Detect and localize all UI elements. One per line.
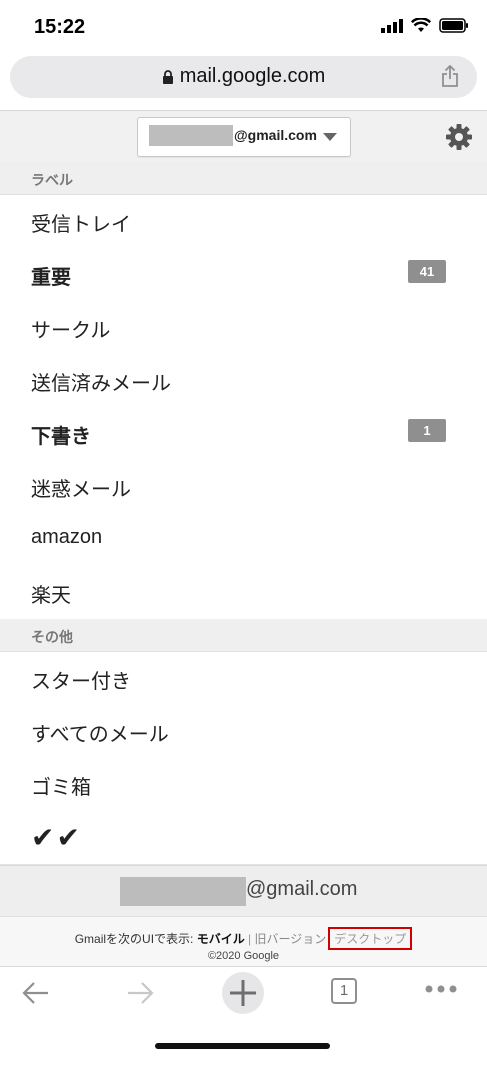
signal-icon xyxy=(381,18,403,33)
label-text: スター付き xyxy=(31,671,131,693)
footer-links: Gmailを次のUIで表示: モバイル | 旧バージョン デスクトップ ©2020… xyxy=(0,916,487,967)
back-arrow-icon[interactable] xyxy=(20,977,52,1009)
section-title: ラベル xyxy=(31,172,73,188)
tab-count-button[interactable]: 1 xyxy=(331,978,357,1004)
wifi-icon xyxy=(411,18,431,32)
section-header-labels: ラベル xyxy=(0,162,487,195)
label-row-circle[interactable]: サークル xyxy=(0,301,487,355)
label-row-rakuten[interactable]: 楽天 xyxy=(0,566,487,620)
label-text: amazon xyxy=(31,526,103,548)
label-text: 受信トレイ xyxy=(31,214,131,236)
footer-account-domain: @gmail.com xyxy=(246,878,358,900)
ui-switch-row: Gmailを次のUIで表示: モバイル | 旧バージョン デスクトップ xyxy=(0,927,487,950)
status-time: 15:22 xyxy=(34,16,86,38)
label-text: 楽天 xyxy=(31,585,71,607)
switch-prefix: Gmailを次のUIで表示: xyxy=(74,932,197,946)
label-row-amazon[interactable]: amazon xyxy=(0,513,487,567)
share-icon[interactable] xyxy=(441,65,459,87)
section-header-other: その他 xyxy=(0,619,487,652)
label-row-starred[interactable]: スター付き xyxy=(0,652,487,706)
label-text: 送信済みメール xyxy=(31,373,171,395)
battery-icon xyxy=(439,18,468,33)
label-row-checkmarks[interactable]: ✔✔ xyxy=(0,811,487,865)
label-text: 重要 xyxy=(31,267,71,289)
address-bar[interactable]: mail.google.com xyxy=(10,56,477,98)
label-row-inbox[interactable]: 受信トレイ xyxy=(0,195,487,249)
label-row-drafts[interactable]: 下書き 1 xyxy=(0,407,487,461)
status-bar: 15:22 xyxy=(0,0,487,56)
more-dots-icon[interactable] xyxy=(424,983,458,995)
copyright: ©2020 Google xyxy=(207,950,280,962)
section-title: その他 xyxy=(31,629,73,645)
account-bar: @gmail.com xyxy=(0,110,487,164)
chevron-down-icon xyxy=(323,133,337,141)
mobile-view-label: モバイル xyxy=(196,932,245,946)
status-icons xyxy=(381,18,469,33)
label-row-all-mail[interactable]: すべてのメール xyxy=(0,705,487,759)
footer-account: @gmail.com xyxy=(0,865,487,917)
unread-count-badge: 41 xyxy=(408,260,446,283)
forward-arrow-icon[interactable] xyxy=(124,977,156,1009)
new-tab-plus-icon[interactable] xyxy=(221,971,265,1015)
home-indicator xyxy=(155,1043,330,1049)
redacted-username xyxy=(149,125,233,146)
separator: | xyxy=(244,932,255,946)
tab-count: 1 xyxy=(339,982,349,999)
label-text: ✔✔ xyxy=(31,822,82,853)
unread-count-badge: 1 xyxy=(408,419,446,442)
browser-toolbar: 1 xyxy=(0,966,487,1067)
label-row-important[interactable]: 重要 41 xyxy=(0,248,487,302)
label-text: サークル xyxy=(31,320,111,342)
label-text: 下書き xyxy=(31,426,91,448)
desktop-view-link[interactable]: デスクトップ xyxy=(328,927,413,950)
redacted-username xyxy=(120,877,246,906)
url-display[interactable]: mail.google.com xyxy=(10,65,477,88)
account-domain: @gmail.com xyxy=(234,127,317,143)
label-row-trash[interactable]: ゴミ箱 xyxy=(0,758,487,812)
gear-icon[interactable] xyxy=(445,123,473,151)
label-text: すべてのメール xyxy=(31,724,169,746)
label-row-sent[interactable]: 送信済みメール xyxy=(0,354,487,408)
label-row-spam[interactable]: 迷惑メール xyxy=(0,460,487,514)
label-text: 迷惑メール xyxy=(31,479,131,501)
url-text: mail.google.com xyxy=(179,65,326,87)
lock-icon xyxy=(162,69,173,84)
label-text: ゴミ箱 xyxy=(31,777,91,799)
account-selector[interactable]: @gmail.com xyxy=(137,117,351,157)
old-version-link[interactable]: 旧バージョン xyxy=(255,932,327,946)
